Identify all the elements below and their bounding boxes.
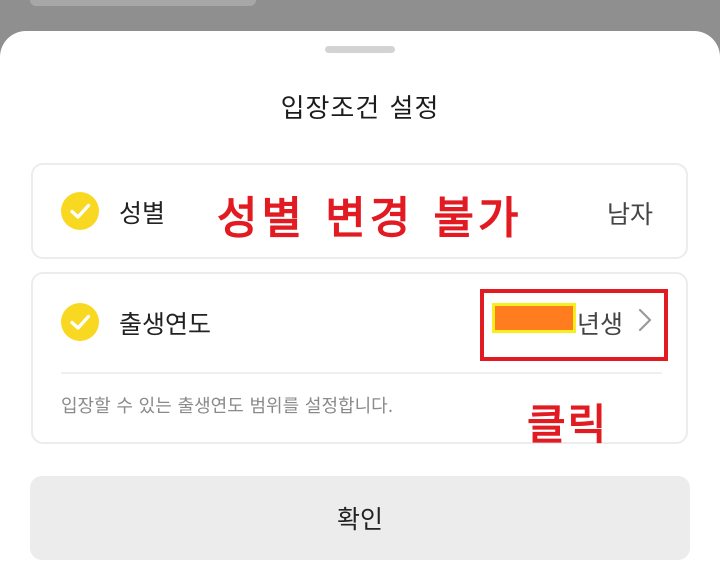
background-content: [30, 0, 256, 6]
redacted-year-value[interactable]: [492, 303, 576, 333]
confirm-button[interactable]: 확인: [30, 476, 690, 560]
gender-value: 남자: [606, 200, 653, 229]
gender-label: 성별: [119, 199, 166, 228]
check-circle-icon: [61, 192, 99, 230]
check-circle-icon: [61, 303, 99, 341]
birth-year-label: 출생연도: [119, 310, 212, 339]
gender-annotation: 성별 변경 불가: [217, 193, 523, 244]
birth-year-helper-text: 입장할 수 있는 출생연도 범위를 설정합니다.: [61, 396, 394, 417]
drag-handle[interactable]: [325, 46, 395, 53]
gender-row: 성별 성별 변경 불가 남자: [31, 163, 688, 259]
birth-year-suffix[interactable]: 년생: [577, 305, 623, 341]
birth-year-row: 출생연도 년생 입장할 수 있는 출생연도 범위를 설정합니다. 클릭: [31, 272, 688, 449]
chevron-right-icon[interactable]: [637, 307, 653, 337]
bottom-sheet: 입장조건 설정 성별 성별 변경 불가 남자 출생연도 년생 입장할 수 있는 …: [0, 31, 720, 578]
sheet-title: 입장조건 설정: [280, 94, 440, 124]
divider: [61, 372, 662, 374]
click-annotation: 클릭: [527, 400, 609, 449]
